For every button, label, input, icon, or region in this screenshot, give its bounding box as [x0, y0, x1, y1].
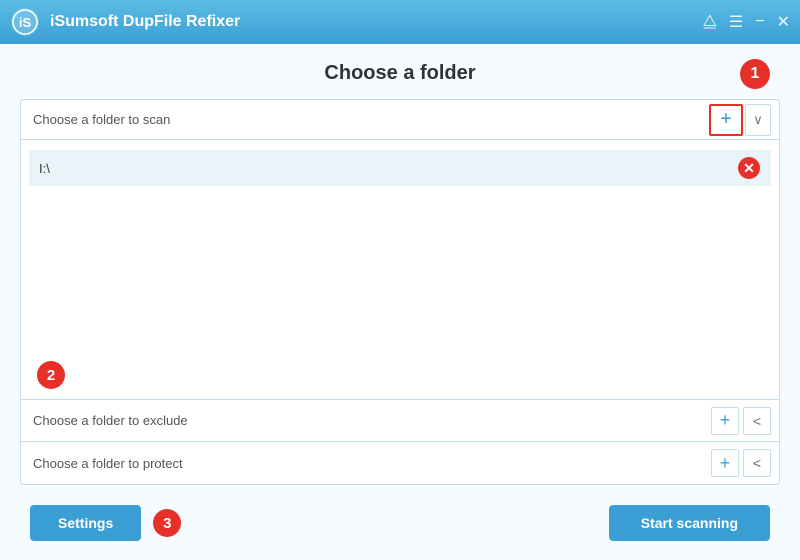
title-bar: iS iSumsoft DupFile Refixer ⧋ ☰ − ✕: [0, 0, 800, 44]
step-badge-3: 3: [153, 509, 181, 537]
menu-icon[interactable]: ☰: [729, 12, 743, 32]
remove-icon: ✕: [738, 157, 760, 179]
exclude-section-label: Choose a folder to exclude: [33, 413, 711, 428]
exclude-collapse-button[interactable]: <: [743, 407, 771, 435]
protect-collapse-button[interactable]: <: [743, 449, 771, 477]
scan-folder-list: I:\ ✕ 2: [21, 140, 779, 399]
main-content: Choose a folder 1 Choose a folder to sca…: [0, 44, 800, 560]
exclude-section: Choose a folder to exclude + <: [21, 400, 779, 442]
share-icon[interactable]: ⧋: [703, 13, 717, 31]
sections-container: Choose a folder to scan + ∨ I:\ ✕ 2 Choo…: [20, 99, 780, 485]
protect-section-label: Choose a folder to protect: [33, 456, 711, 471]
bottom-toolbar: Settings 3 Start scanning: [20, 499, 780, 545]
remove-folder-button[interactable]: ✕: [737, 156, 761, 180]
page-title: Choose a folder: [324, 62, 475, 85]
table-row: I:\ ✕: [29, 150, 771, 186]
add-scan-folder-button[interactable]: +: [709, 104, 743, 136]
page-header: Choose a folder 1: [20, 44, 780, 99]
step-badge-2: 2: [37, 361, 65, 389]
minimize-icon[interactable]: −: [755, 13, 764, 31]
left-controls: Settings 3: [30, 505, 181, 541]
app-logo: iS: [10, 7, 40, 37]
protect-controls: + <: [711, 449, 771, 477]
scan-section-header: Choose a folder to scan + ∨: [21, 100, 779, 140]
scan-section-chevron[interactable]: ∨: [745, 104, 771, 136]
scan-section-label: Choose a folder to scan: [33, 112, 709, 127]
close-icon[interactable]: ✕: [777, 12, 790, 32]
scan-section: Choose a folder to scan + ∨ I:\ ✕ 2: [21, 100, 779, 400]
settings-button[interactable]: Settings: [30, 505, 141, 541]
start-scanning-button[interactable]: Start scanning: [609, 505, 770, 541]
add-exclude-folder-button[interactable]: +: [711, 407, 739, 435]
protect-section: Choose a folder to protect + <: [21, 442, 779, 484]
app-title: iSumsoft DupFile Refixer: [50, 13, 703, 31]
window-controls: ⧋ ☰ − ✕: [703, 12, 790, 32]
exclude-controls: + <: [711, 407, 771, 435]
step-badge-1: 1: [740, 59, 770, 89]
folder-path: I:\: [39, 161, 737, 176]
svg-text:iS: iS: [19, 15, 32, 30]
add-protect-folder-button[interactable]: +: [711, 449, 739, 477]
